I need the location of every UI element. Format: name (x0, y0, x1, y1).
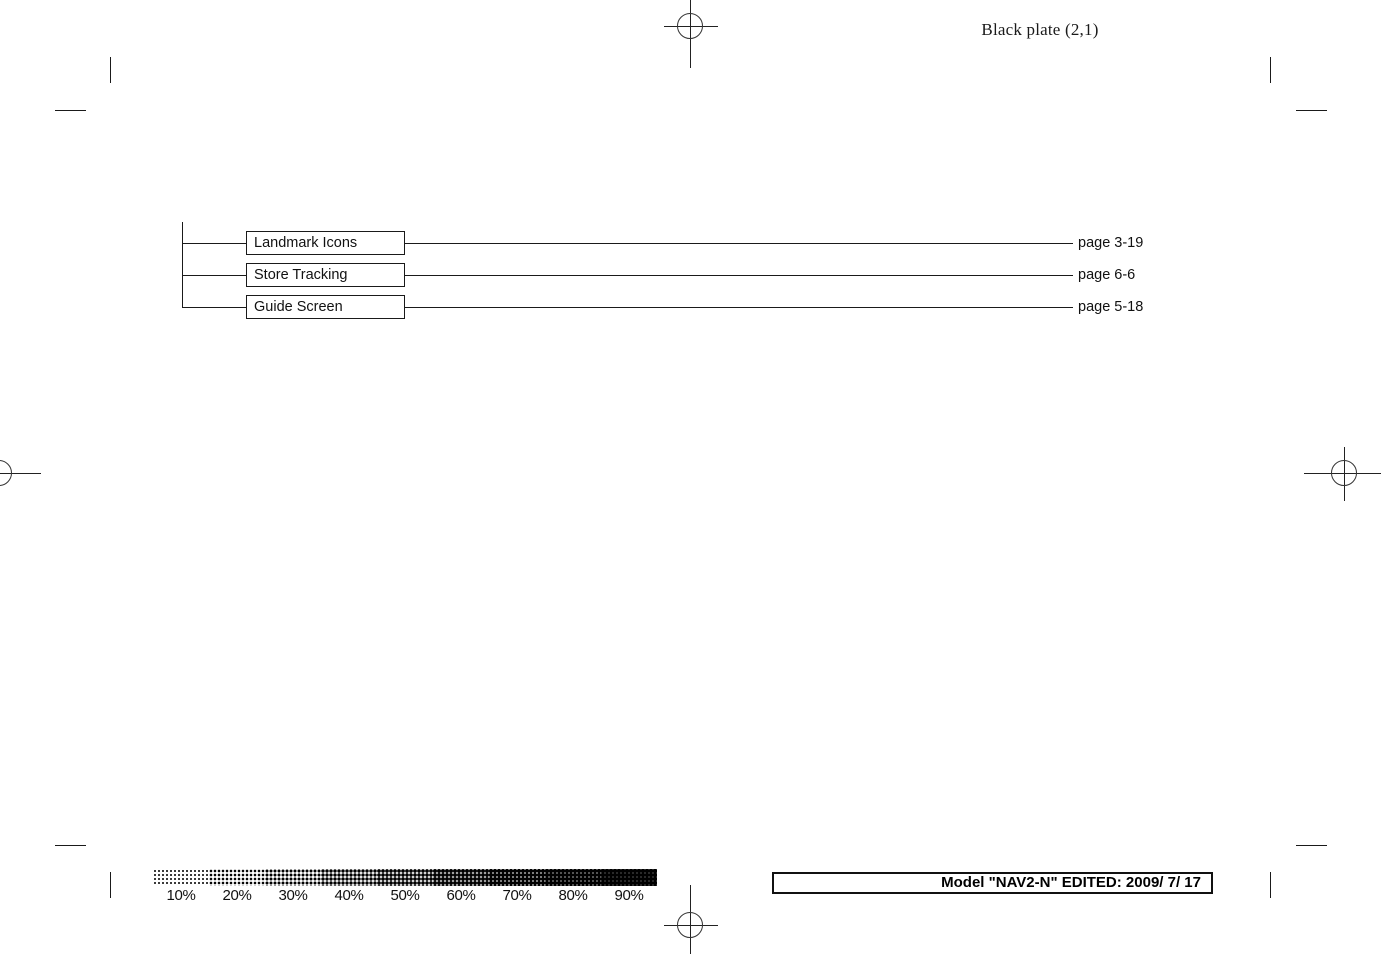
index-item-box[interactable]: Landmark Icons (246, 231, 405, 255)
registration-mark-left (0, 447, 41, 501)
density-label: 70% (502, 887, 532, 904)
index-item-box[interactable]: Guide Screen (246, 295, 405, 319)
density-label: 80% (558, 887, 588, 904)
leader-line (405, 275, 1073, 276)
registration-circle (0, 460, 12, 486)
print-page: Black plate (2,1) Landmark Icons page 3-… (0, 0, 1381, 954)
tree-branch (182, 307, 246, 308)
density-segment (377, 869, 433, 886)
tree-branch (182, 243, 246, 244)
density-label: 10% (166, 887, 196, 904)
density-segment (209, 869, 265, 886)
leader-line (405, 243, 1073, 244)
density-label: 40% (334, 887, 364, 904)
page-reference[interactable]: page 6-6 (1078, 267, 1135, 283)
density-segment (489, 869, 545, 886)
plate-label: Black plate (2,1) (981, 20, 1099, 39)
density-label: 60% (446, 887, 476, 904)
density-segment (433, 869, 489, 886)
index-item-box[interactable]: Store Tracking (246, 263, 405, 287)
density-segment (601, 869, 657, 886)
registration-circle (677, 13, 703, 39)
crop-mark-bottom-right-vertical (1270, 872, 1271, 898)
density-label: 30% (278, 887, 308, 904)
leader-line (405, 307, 1073, 308)
registration-mark-top (664, 0, 718, 68)
density-segment (321, 869, 377, 886)
crop-mark-bottom-left-vertical (110, 872, 111, 898)
tree-branch (182, 275, 246, 276)
density-scale-bar (153, 869, 657, 886)
density-scale-labels: 10% 20% 30% 40% 50% 60% 70% 80% 90% (153, 886, 657, 906)
density-label: 50% (390, 887, 420, 904)
density-segment (153, 869, 209, 886)
model-edited-box: Model "NAV2-N" EDITED: 2009/ 7/ 17 (772, 872, 1213, 894)
crop-mark-top-left-horizontal (55, 110, 86, 111)
density-segment (545, 869, 601, 886)
density-segment (265, 869, 321, 886)
page-reference[interactable]: page 3-19 (1078, 235, 1143, 251)
registration-mark-bottom (664, 885, 718, 954)
density-label: 20% (222, 887, 252, 904)
tree-spine (182, 222, 183, 308)
crop-mark-bottom-right-horizontal (1296, 845, 1327, 846)
crop-mark-top-right-horizontal (1296, 110, 1327, 111)
registration-mark-right (1304, 447, 1381, 501)
crop-mark-top-left-vertical (110, 57, 111, 83)
density-label: 90% (614, 887, 644, 904)
crop-mark-top-right-vertical (1270, 57, 1271, 83)
registration-circle (677, 912, 703, 938)
page-reference[interactable]: page 5-18 (1078, 299, 1143, 315)
crop-mark-bottom-left-horizontal (55, 845, 86, 846)
registration-circle (1331, 460, 1357, 486)
